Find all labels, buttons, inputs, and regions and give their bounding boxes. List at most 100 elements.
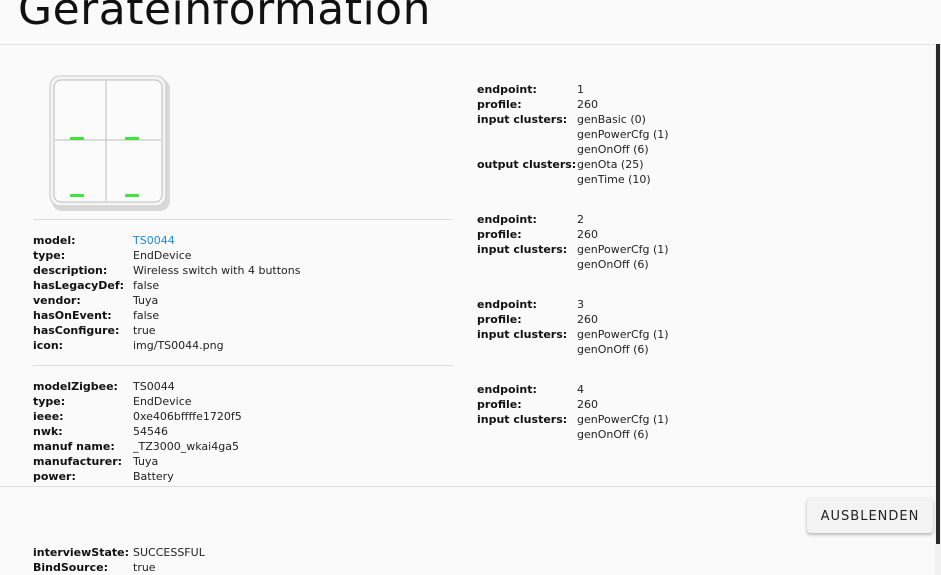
model-info-key: icon: bbox=[33, 339, 64, 352]
endpoint-profile-key: profile: bbox=[477, 228, 522, 241]
model-info-value: true bbox=[133, 324, 156, 337]
endpoint-id-value: 3 bbox=[577, 298, 584, 311]
zigbee-info-key: ieee: bbox=[33, 410, 64, 423]
endpoint-profile-row: profile: 260 bbox=[477, 97, 669, 112]
scrollbar[interactable] bbox=[935, 44, 941, 575]
section-divider bbox=[33, 219, 453, 220]
input-cluster-row: input clusters: genBasic (0) bbox=[477, 112, 669, 127]
endpoint-id-key: endpoint: bbox=[477, 383, 537, 396]
device-state-table: interviewState: SUCCESSFUL BindSource: true bbox=[33, 545, 205, 575]
zigbee-info-value: 54546 bbox=[133, 425, 168, 438]
input-cluster-value: genPowerCfg (1) bbox=[577, 128, 669, 141]
model-info-value[interactable]: TS0044 bbox=[133, 233, 300, 248]
input-cluster-key bbox=[477, 257, 577, 272]
endpoint-table: endpoint: 1 profile: 260 input clusters: genB… bbox=[477, 82, 669, 187]
input-cluster-value: genOnOff (6) bbox=[577, 143, 649, 156]
endpoint-profile-key: profile: bbox=[477, 313, 522, 326]
endpoint-id-value: 4 bbox=[577, 383, 584, 396]
model-info-key: hasOnEvent: bbox=[33, 309, 112, 322]
input-cluster-row: genOnOff (6) bbox=[477, 142, 669, 157]
model-info-row: icon: img/TS0044.png bbox=[33, 338, 300, 353]
zigbee-info-key: manufacturer: bbox=[33, 455, 123, 468]
input-cluster-key: input clusters: bbox=[477, 113, 568, 126]
output-cluster-value: genTime (10) bbox=[577, 173, 651, 186]
device-state-value: true bbox=[133, 561, 156, 574]
input-cluster-row: input clusters: genPowerCfg (1) bbox=[477, 412, 669, 427]
input-cluster-key: input clusters: bbox=[477, 328, 568, 341]
device-state-value: SUCCESSFUL bbox=[133, 546, 205, 559]
zigbee-info-value: EndDevice bbox=[133, 395, 192, 408]
device-image bbox=[49, 75, 170, 211]
model-info-key: description: bbox=[33, 264, 108, 277]
model-info-key: model: bbox=[33, 234, 76, 247]
endpoint-profile-row: profile: 260 bbox=[477, 397, 669, 412]
input-cluster-value: genOnOff (6) bbox=[577, 258, 649, 271]
endpoint-id-value: 2 bbox=[577, 213, 584, 226]
model-info-key: type: bbox=[33, 249, 66, 262]
input-cluster-row: genPowerCfg (1) bbox=[477, 127, 669, 142]
zigbee-info-value: 0xe406bffffe1720f5 bbox=[133, 410, 242, 423]
input-cluster-value: genOnOff (6) bbox=[577, 343, 649, 356]
zigbee-info-key: manuf name: bbox=[33, 440, 115, 453]
endpoint-profile-row: profile: 260 bbox=[477, 312, 669, 327]
model-info-row: hasOnEvent: false bbox=[33, 308, 300, 323]
zigbee-info-value: TS0044 bbox=[133, 380, 175, 393]
model-info-value: Tuya bbox=[133, 294, 159, 307]
input-cluster-value: genPowerCfg (1) bbox=[577, 243, 669, 256]
input-cluster-key: input clusters: bbox=[477, 243, 568, 256]
title-divider bbox=[0, 44, 941, 45]
device-state-row: interviewState: SUCCESSFUL bbox=[33, 545, 205, 560]
zigbee-info-key: modelZigbee: bbox=[33, 380, 118, 393]
endpoint-id-row: endpoint: 2 bbox=[477, 212, 669, 227]
endpoint-profile-value: 260 bbox=[577, 398, 598, 411]
input-cluster-row: input clusters: genPowerCfg (1) bbox=[477, 242, 669, 257]
input-cluster-key bbox=[477, 427, 577, 442]
input-cluster-value: genPowerCfg (1) bbox=[577, 413, 669, 426]
endpoint-id-row: endpoint: 3 bbox=[477, 297, 669, 312]
zigbee-info-key: type: bbox=[33, 395, 66, 408]
endpoint-id-key: endpoint: bbox=[477, 213, 537, 226]
endpoint-profile-key: profile: bbox=[477, 98, 522, 111]
hide-button[interactable]: AUSBLENDEN bbox=[807, 498, 933, 533]
zigbee-info-row: ieee: 0xe406bffffe1720f5 bbox=[33, 409, 242, 424]
model-info-row: hasLegacyDef: false bbox=[33, 278, 300, 293]
endpoint-id-row: endpoint: 4 bbox=[477, 382, 669, 397]
model-info-value: false bbox=[133, 309, 160, 322]
input-cluster-value: genOnOff (6) bbox=[577, 428, 649, 441]
endpoint-table: endpoint: 2 profile: 260 input clusters: genP… bbox=[477, 212, 669, 272]
model-link[interactable]: TS0044 bbox=[133, 234, 175, 247]
zigbee-info-row: nwk: 54546 bbox=[33, 424, 242, 439]
input-cluster-value: genPowerCfg (1) bbox=[577, 328, 669, 341]
zigbee-info-value: Tuya bbox=[133, 455, 159, 468]
input-cluster-row: genOnOff (6) bbox=[477, 427, 669, 442]
device-state-key: BindSource: bbox=[33, 561, 108, 574]
endpoint-table: endpoint: 4 profile: 260 input clusters: genP… bbox=[477, 382, 669, 442]
output-cluster-value: genOta (25) bbox=[577, 158, 644, 171]
input-cluster-key bbox=[477, 127, 577, 142]
endpoint-id-value: 1 bbox=[577, 83, 584, 96]
model-info-row: hasConfigure: true bbox=[33, 323, 300, 338]
output-cluster-key: output clusters: bbox=[477, 158, 577, 171]
input-cluster-row: genOnOff (6) bbox=[477, 257, 669, 272]
model-info-value: false bbox=[133, 279, 160, 292]
model-info-table: model: TS0044 type: EndDevice description: Wi… bbox=[33, 233, 300, 353]
dialog-footer bbox=[0, 486, 935, 546]
model-info-key: hasLegacyDef: bbox=[33, 279, 125, 292]
output-cluster-row: genTime (10) bbox=[477, 172, 669, 187]
model-info-row: type: EndDevice bbox=[33, 248, 300, 263]
input-cluster-row: input clusters: genPowerCfg (1) bbox=[477, 327, 669, 342]
zigbee-info-row: type: EndDevice bbox=[33, 394, 242, 409]
endpoint-profile-value: 260 bbox=[577, 313, 598, 326]
zigbee-info-row: power: Battery bbox=[33, 469, 242, 484]
scroll-thumb[interactable] bbox=[936, 44, 940, 544]
output-cluster-key bbox=[477, 172, 577, 187]
zigbee-info-value: Battery bbox=[133, 470, 174, 483]
endpoint-profile-value: 260 bbox=[577, 98, 598, 111]
output-cluster-row: output clusters: genOta (25) bbox=[477, 157, 669, 172]
endpoint-table: endpoint: 3 profile: 260 input clusters: genP… bbox=[477, 297, 669, 357]
zigbee-info-key: nwk: bbox=[33, 425, 63, 438]
model-info-value: EndDevice bbox=[133, 249, 192, 262]
input-cluster-key bbox=[477, 142, 577, 157]
zigbee-info-value: _TZ3000_wkai4ga5 bbox=[133, 440, 239, 453]
endpoint-id-key: endpoint: bbox=[477, 83, 537, 96]
